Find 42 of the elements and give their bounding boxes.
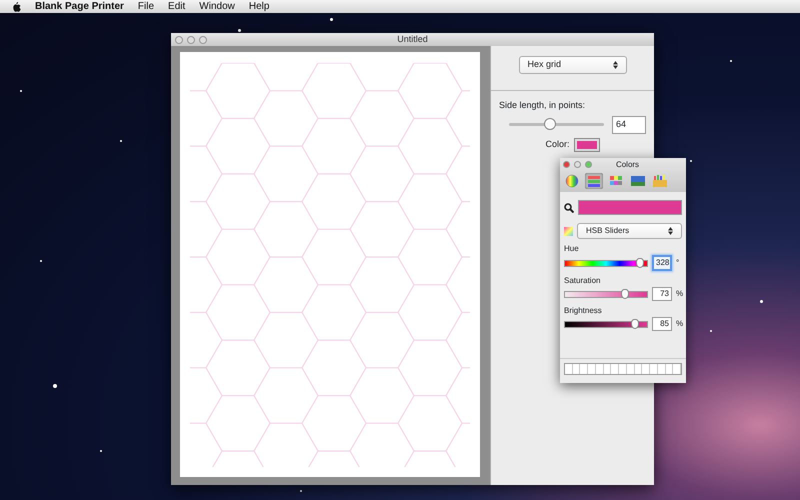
color-mode-tab[interactable] [563,173,581,189]
palette-grid-icon [609,174,623,188]
landscape-image-icon [631,174,645,188]
app-menu[interactable]: Blank Page Printer [35,0,124,14]
unit-label: % [676,318,682,330]
color-mode-tab[interactable] [629,173,647,189]
custom-swatches[interactable] [564,363,682,375]
apple-logo-icon[interactable] [12,1,21,12]
sliders-icon [587,174,601,188]
value-field[interactable]: 328 [652,255,672,271]
grid-type-dropdown[interactable]: Hex grid [518,56,626,74]
field-label: Color: [545,138,570,151]
menu-item[interactable]: Window [199,0,235,14]
updown-arrows-icon [612,60,618,69]
unit-label: % [676,288,682,300]
updown-arrows-icon [668,227,673,235]
slider-thumb[interactable] [636,258,644,268]
slider-thumb[interactable] [630,318,639,328]
crayon-box-icon [653,174,667,188]
color-well[interactable] [574,138,600,152]
slider-label: Saturation [564,275,602,287]
menu-item[interactable]: File [138,0,154,14]
color-mode-tab[interactable] [651,173,669,189]
slider-label: Brightness [564,305,603,317]
field-label: Side length, in points: [499,98,586,112]
color-mode-tab[interactable] [585,173,603,189]
value-field[interactable]: 73 [652,287,672,301]
menu-item[interactable]: Help [248,0,270,14]
side-length-field[interactable]: 64 [612,116,646,134]
panel-title: Colors [614,158,640,170]
color-wheel-icon [565,174,579,188]
slider-mode-dropdown[interactable]: HSB Sliders [577,223,682,239]
slider-thumb[interactable] [620,288,629,298]
slider-thumb[interactable] [544,118,556,130]
window-title: Untitled [397,32,428,46]
current-color-swatch[interactable] [578,200,682,215]
slider-label: Hue [564,243,580,255]
menu-item[interactable]: Edit [168,0,186,14]
color-square-icon [564,226,573,236]
magnifier-icon[interactable] [564,202,574,212]
unit-label: ° [676,257,680,269]
value-field[interactable]: 85 [652,317,672,331]
